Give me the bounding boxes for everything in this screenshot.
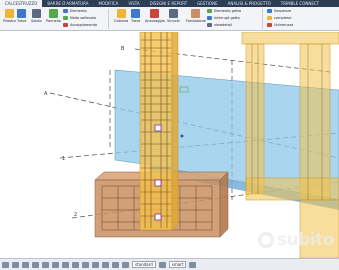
options-icon[interactable] [189, 261, 197, 268]
solaio-label: Solaio [31, 19, 42, 23]
ribbon-tab-bar: CALCESTRUZZO BARRE D'ARMATURA MODIFICA V… [0, 0, 339, 7]
select-tool-icon[interactable] [2, 261, 9, 268]
model-viewport[interactable]: A B 1 2 [0, 32, 339, 258]
anchor-icon [150, 9, 160, 18]
pan-tool-icon[interactable] [62, 261, 69, 268]
trave-button[interactable]: Trave [17, 9, 26, 23]
colonna-icon [116, 9, 126, 18]
pannello-button[interactable]: Pannello [46, 9, 61, 23]
ribbon-separator [262, 9, 263, 29]
grid-tool-icon[interactable] [52, 261, 59, 268]
ancoraggio-button[interactable]: Ancoraggio [145, 9, 165, 23]
layer-tool-icon[interactable] [42, 261, 49, 268]
watermark-text: subito [277, 230, 335, 250]
pilastro-label: Pilastro [3, 19, 16, 23]
tab-disegni-report[interactable]: DISEGNI E REPORT [145, 0, 192, 7]
view-tool-icon[interactable] [22, 261, 29, 268]
slab-icon [31, 9, 41, 18]
ribbon-separator [108, 9, 109, 29]
settings-icon[interactable] [158, 261, 166, 268]
elemento-getto-label: Elemento getto [214, 9, 242, 13]
sequenze-label: Sequenze [274, 9, 292, 13]
complex-icon [267, 16, 272, 20]
interrupt-icon [207, 16, 212, 20]
elemento-getto-item[interactable]: Elemento getto [207, 9, 241, 13]
beam-icon [17, 9, 27, 18]
pilastro-button[interactable]: Pilastro [3, 9, 16, 23]
colonna-label: Colonna [114, 19, 129, 23]
tab-vista[interactable]: VISTA [123, 0, 144, 7]
reference-point-icon [180, 134, 184, 138]
solaio-button[interactable]: Solaio [31, 9, 42, 23]
mode-select[interactable]: smart [168, 261, 187, 268]
interrupt-item[interactable]: Interrupt getto [207, 16, 240, 20]
constraint-icon [168, 9, 178, 18]
complessi-label: complessi [274, 16, 292, 20]
filter-tool-icon[interactable] [32, 261, 39, 268]
panel-icon [48, 9, 58, 18]
nodo-sollevato-item[interactable]: Nodo sollevato [63, 16, 96, 20]
tab-calcestruzzo[interactable]: CALCESTRUZZO [0, 0, 43, 7]
clip-tool-icon[interactable] [102, 261, 109, 268]
sequenze-item[interactable]: Sequenze [267, 9, 291, 13]
uninmuzza-label: Uninmuzza [274, 23, 294, 27]
interrupt-label: Interrupt getto [214, 16, 240, 20]
zoom-tool-icon[interactable] [72, 261, 79, 268]
snap-tool-icon[interactable] [12, 261, 19, 268]
foundation-icon [191, 9, 201, 18]
complessi-item[interactable]: complessi [267, 16, 291, 20]
measure-tool-icon[interactable] [82, 261, 89, 268]
viewdetail-item[interactable]: viewdetail [207, 23, 232, 27]
render-tool-icon[interactable] [112, 261, 119, 268]
trave-bar-button[interactable]: Trave [131, 9, 140, 23]
colonna-button[interactable]: Colonna [114, 9, 128, 23]
sequence-icon [267, 9, 272, 13]
watermark: subito [258, 230, 335, 250]
watermark-logo-icon [258, 232, 274, 248]
grid-label-1: 1 [62, 156, 65, 162]
coupling-icon [63, 23, 68, 27]
fondazione-label: Fondazione [186, 19, 206, 23]
tab-barre-armatura[interactable]: BARRE D'ARMATURA [42, 0, 93, 7]
viewdetail-label: viewdetail [214, 23, 232, 27]
ancoraggio-label: Ancoraggio [145, 19, 165, 23]
elemento-item[interactable]: Elemento [63, 9, 87, 13]
view-detail-icon [207, 23, 212, 27]
node-icon [63, 16, 68, 20]
ribbon-panel: Pilastro Trave Solaio Pannello Elemento … [0, 7, 339, 31]
merge-icon [267, 23, 272, 27]
tab-modifica[interactable]: MODIFICA [93, 0, 123, 7]
properties-tool-icon[interactable] [122, 261, 129, 268]
grid-label-2: 2 [74, 212, 77, 218]
vincolo-label: Vincolo [167, 19, 180, 23]
status-bar: standard smart [0, 258, 339, 270]
tab-gestione[interactable]: GESTIONE [192, 0, 222, 7]
accoppiamento-label: Accoppiamento [70, 23, 98, 27]
pour-element-icon [207, 9, 212, 13]
column-icon [4, 9, 14, 18]
grid-label-b: B [121, 46, 125, 52]
tab-trimble-connect[interactable]: TRIMBLE CONNECT [276, 0, 324, 7]
standard-select[interactable]: standard [132, 261, 156, 268]
grid-label-a: A [44, 91, 48, 97]
element-icon [63, 9, 68, 13]
nodo-sollevato-label: Nodo sollevato [70, 16, 97, 20]
tab-analisi-progetto[interactable]: ANALISI & PROGETTO [223, 0, 276, 7]
accoppiamento-item[interactable]: Accoppiamento [63, 23, 97, 27]
pannello-label: Pannello [46, 19, 61, 23]
trave-bar-icon [131, 9, 141, 18]
vincolo-button[interactable]: Vincolo [167, 9, 180, 23]
orbit-tool-icon[interactable] [92, 261, 99, 268]
trave-bar-label: Trave [131, 19, 141, 23]
elemento-label: Elemento [70, 9, 87, 13]
uninmuzza-item[interactable]: Uninmuzza [267, 23, 293, 27]
fondazione-button[interactable]: Fondazione [186, 9, 206, 23]
trave-label: Trave [17, 19, 27, 23]
